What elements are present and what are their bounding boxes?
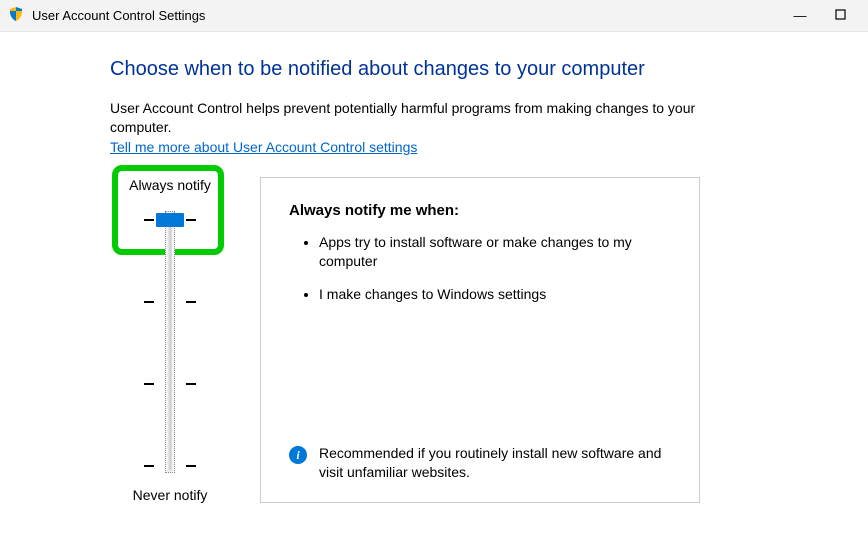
info-panel: Always notify me when: Apps try to insta… [260, 177, 700, 503]
slider-track [165, 211, 175, 473]
page-heading: Choose when to be notified about changes… [110, 58, 758, 81]
slider-label-top: Always notify [129, 177, 211, 193]
recommendation-row: i Recommended if you routinely install n… [289, 444, 671, 482]
page-description: User Account Control helps prevent poten… [110, 99, 758, 137]
info-icon: i [289, 446, 307, 464]
slider-tick [144, 465, 154, 467]
content-area: Choose when to be notified about changes… [0, 32, 868, 503]
slider-thumb[interactable] [156, 213, 184, 227]
slider-tick [144, 301, 154, 303]
window-title: User Account Control Settings [32, 8, 780, 23]
slider-tick [144, 383, 154, 385]
minimize-button[interactable]: — [780, 8, 820, 23]
maximize-button[interactable] [820, 8, 860, 23]
recommendation-text: Recommended if you routinely install new… [319, 444, 671, 482]
help-link[interactable]: Tell me more about User Account Control … [110, 139, 417, 155]
info-bullet: I make changes to Windows settings [319, 285, 671, 304]
slider-tick [144, 219, 154, 221]
info-bullet: Apps try to install software or make cha… [319, 233, 671, 271]
info-panel-title: Always notify me when: [289, 202, 671, 219]
slider-column: Always notify Never notify [110, 177, 230, 503]
slider-label-bottom: Never notify [133, 487, 208, 503]
notification-slider[interactable] [156, 211, 184, 473]
window-titlebar: User Account Control Settings — [0, 0, 868, 32]
info-bullet-list: Apps try to install software or make cha… [289, 233, 671, 318]
shield-icon [8, 6, 24, 25]
